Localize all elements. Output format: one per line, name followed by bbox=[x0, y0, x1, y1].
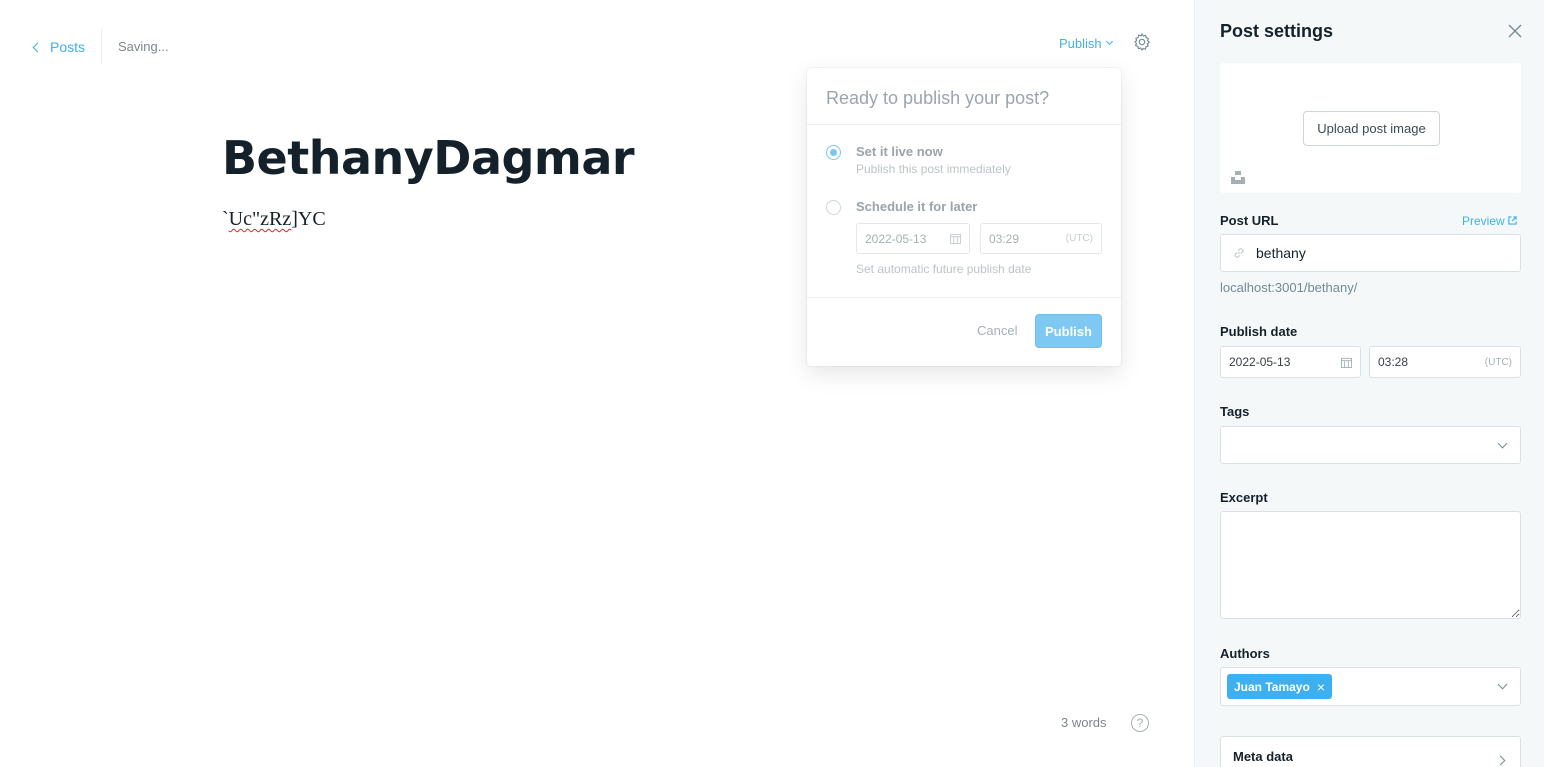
excerpt-textarea[interactable] bbox=[1220, 511, 1521, 619]
excerpt-label: Excerpt bbox=[1220, 490, 1268, 505]
option-later-title: Schedule it for later bbox=[856, 199, 978, 214]
publish-timezone: (UTC) bbox=[1484, 356, 1512, 368]
author-chip-name: Juan Tamayo bbox=[1234, 679, 1310, 694]
post-title[interactable]: BethanyDagmar bbox=[222, 131, 635, 185]
authors-select[interactable]: Juan Tamayo × bbox=[1220, 667, 1521, 706]
help-icon[interactable]: ? bbox=[1131, 714, 1149, 732]
publish-button[interactable]: Publish bbox=[1035, 314, 1102, 348]
radio-publish-now[interactable] bbox=[826, 145, 841, 160]
link-icon bbox=[1234, 248, 1244, 258]
popover-footer-divider bbox=[807, 297, 1121, 298]
preview-link-label: Preview bbox=[1462, 214, 1505, 228]
back-to-posts-link[interactable]: Posts bbox=[32, 38, 86, 55]
option-now-title: Set it live now bbox=[856, 144, 943, 159]
post-url-slug: bethany bbox=[1256, 245, 1306, 261]
radio-schedule[interactable] bbox=[826, 200, 841, 215]
post-url-label: Post URL bbox=[1220, 213, 1279, 228]
post-body-editor[interactable]: `Uc"zRz]YC bbox=[222, 208, 326, 231]
publish-time-input[interactable]: 03:28 (UTC) bbox=[1369, 346, 1521, 378]
gear-icon bbox=[1134, 33, 1150, 51]
meta-data-label: Meta data bbox=[1233, 749, 1293, 764]
chevron-down-icon bbox=[1105, 37, 1113, 46]
save-status: Saving... bbox=[118, 39, 169, 54]
cancel-button[interactable]: Cancel bbox=[977, 323, 1017, 338]
publish-menu-label: Publish bbox=[1059, 35, 1102, 51]
publish-popover: Ready to publish your post? Set it live … bbox=[807, 68, 1121, 366]
schedule-date-input[interactable]: 2022-05-13 bbox=[856, 223, 970, 254]
header-divider bbox=[101, 29, 103, 64]
external-link-icon bbox=[1508, 216, 1517, 225]
back-link-label: Posts bbox=[50, 38, 86, 55]
schedule-time-value: 03:29 bbox=[989, 231, 1020, 246]
remove-author-icon[interactable]: × bbox=[1317, 679, 1325, 695]
chevron-left-icon bbox=[32, 42, 43, 52]
close-icon bbox=[1508, 24, 1522, 38]
publish-date-input[interactable]: 2022-05-13 bbox=[1220, 346, 1361, 378]
option-later-text: Schedule it for later bbox=[856, 199, 977, 215]
body-text-misspelled: Uc"zRz bbox=[228, 208, 292, 230]
close-settings-button[interactable] bbox=[1507, 23, 1523, 39]
publish-date-label: Publish date bbox=[1220, 324, 1298, 339]
editor-area: Posts Saving... Publish BethanyDagmar `U… bbox=[0, 0, 1194, 767]
tags-select[interactable] bbox=[1220, 426, 1521, 464]
body-text-suffix: ]YC bbox=[291, 208, 326, 230]
chevron-down-icon bbox=[1497, 438, 1508, 449]
settings-title: Post settings bbox=[1220, 21, 1334, 41]
body-text-prefix: ` bbox=[222, 208, 229, 230]
editor-header-left: Posts Saving... bbox=[32, 29, 169, 64]
post-url-input[interactable]: bethany bbox=[1220, 234, 1521, 272]
unsplash-icon bbox=[1231, 171, 1245, 184]
schedule-help-text: Set automatic future publish date bbox=[856, 262, 1032, 276]
meta-data-section[interactable]: Meta data bbox=[1220, 736, 1521, 767]
post-settings-sidebar: Post settings Upload post image Post URL… bbox=[1194, 0, 1544, 767]
upload-post-image-button[interactable]: Upload post image bbox=[1303, 111, 1440, 146]
tags-label: Tags bbox=[1220, 404, 1250, 419]
settings-toggle-button[interactable] bbox=[1132, 32, 1152, 52]
preview-link[interactable]: Preview bbox=[1462, 214, 1517, 228]
chevron-down-icon bbox=[1497, 679, 1508, 690]
calendar-icon bbox=[1341, 357, 1352, 368]
chevron-right-icon bbox=[1495, 755, 1506, 766]
schedule-inputs: 2022-05-13 03:29 (UTC) bbox=[856, 223, 1102, 254]
schedule-timezone: (UTC) bbox=[1065, 233, 1093, 244]
popover-heading: Ready to publish your post? bbox=[807, 68, 1121, 125]
schedule-time-input[interactable]: 03:29 (UTC) bbox=[980, 223, 1102, 254]
unsplash-button[interactable] bbox=[1231, 170, 1245, 184]
publish-time-value: 03:28 bbox=[1378, 355, 1409, 369]
author-chip[interactable]: Juan Tamayo × bbox=[1227, 674, 1332, 699]
authors-label: Authors bbox=[1220, 646, 1270, 661]
option-now-text: Set it live now Publish this post immedi… bbox=[856, 144, 1011, 176]
editor-header-right: Publish bbox=[1059, 33, 1113, 53]
publish-menu-trigger[interactable]: Publish bbox=[1059, 35, 1113, 51]
publish-date-value: 2022-05-13 bbox=[1229, 355, 1291, 369]
schedule-date-value: 2022-05-13 bbox=[865, 231, 927, 246]
calendar-icon bbox=[950, 233, 961, 244]
post-image-uploader: Upload post image bbox=[1220, 63, 1521, 193]
post-url-hint: localhost:3001/bethany/ bbox=[1220, 280, 1358, 295]
word-count: 3 words bbox=[1061, 715, 1107, 730]
option-now-subtitle: Publish this post immediately bbox=[856, 162, 1011, 176]
option-schedule[interactable]: Schedule it for later bbox=[826, 199, 977, 215]
option-publish-now[interactable]: Set it live now Publish this post immedi… bbox=[826, 144, 1011, 176]
